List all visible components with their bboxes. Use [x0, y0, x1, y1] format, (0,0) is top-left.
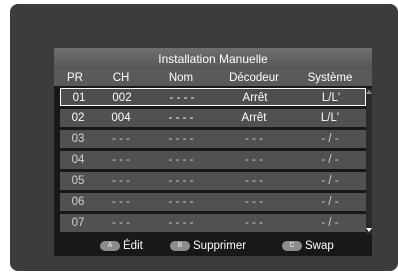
cell-decodeur: - - - [245, 133, 263, 145]
swap-button[interactable]: C Swap [282, 238, 334, 254]
cell-decodeur: - - - [245, 196, 263, 208]
cell-nom: - - - - [168, 217, 194, 229]
cell-pr: 06 [71, 196, 85, 208]
list-scrollbar[interactable] [366, 88, 372, 234]
cell-pr: 04 [71, 154, 85, 166]
dialog-title: Installation Manuelle [54, 48, 372, 70]
key-b-icon: B [170, 240, 190, 251]
edit-label: Édit [123, 240, 143, 252]
cell-pr: 07 [71, 217, 85, 229]
cell-nom: - - - - [168, 196, 194, 208]
cell-nom: - - - - [168, 112, 194, 124]
cell-systeme: - / - [321, 154, 339, 166]
button-legend: A Édit B Supprimer C Swap [54, 236, 372, 256]
edit-button[interactable]: A Édit [100, 238, 143, 254]
cell-pr: 03 [71, 133, 85, 145]
cell-decodeur: - - - [245, 217, 263, 229]
program-row-05[interactable]: 05 - - - - - - - - - - - / - [60, 172, 366, 190]
scroll-up-arrow-icon[interactable] [366, 90, 372, 94]
delete-label: Supprimer [193, 240, 247, 252]
cell-decodeur: Arrêt [241, 112, 267, 124]
swap-label: Swap [305, 240, 334, 252]
cell-systeme: - / - [321, 133, 339, 145]
cell-decodeur: - - - [245, 154, 263, 166]
tv-frame: Installation Manuelle PR CH Nom Décodeur… [10, 4, 398, 271]
scroll-down-arrow-icon[interactable] [366, 228, 372, 232]
program-row-01[interactable]: 01 002 - - - - Arrêt L/L' [60, 88, 366, 106]
cell-ch: - - - [112, 154, 130, 166]
cell-nom: - - - - [168, 175, 194, 187]
cell-systeme: - / - [321, 196, 339, 208]
cell-ch: 004 [111, 112, 131, 124]
delete-button[interactable]: B Supprimer [170, 238, 246, 254]
column-header-systeme: Système [307, 72, 353, 84]
cell-pr: 02 [71, 112, 85, 124]
table-header: PR CH Nom Décodeur Système [54, 70, 372, 86]
cell-ch: - - - [112, 175, 130, 187]
cell-pr: 01 [72, 92, 86, 104]
program-list: 01 002 - - - - Arrêt L/L' 02 004 - - - -… [60, 88, 366, 234]
cell-systeme: L/L' [321, 92, 341, 104]
column-header-nom: Nom [168, 72, 194, 84]
cell-ch: - - - [112, 133, 130, 145]
program-row-07[interactable]: 07 - - - - - - - - - - - / - [60, 214, 366, 232]
cell-ch: - - - [112, 217, 130, 229]
cell-nom: - - - - [168, 133, 194, 145]
program-row-06[interactable]: 06 - - - - - - - - - - - / - [60, 193, 366, 211]
column-header-decodeur: Décodeur [229, 72, 279, 84]
cell-decodeur: - - - [245, 175, 263, 187]
cell-ch: 002 [112, 92, 132, 104]
cell-pr: 05 [71, 175, 85, 187]
program-row-03[interactable]: 03 - - - - - - - - - - - / - [60, 130, 366, 148]
cell-systeme: L/L' [320, 112, 340, 124]
cell-nom: - - - - [168, 154, 194, 166]
column-header-ch: CH [112, 72, 130, 84]
cell-ch: - - - [112, 196, 130, 208]
cell-systeme: - / - [321, 217, 339, 229]
key-c-icon: C [282, 240, 302, 251]
cell-decodeur: Arrêt [242, 92, 268, 104]
program-row-04[interactable]: 04 - - - - - - - - - - - / - [60, 151, 366, 169]
key-a-icon: A [100, 240, 120, 251]
program-row-02[interactable]: 02 004 - - - - Arrêt L/L' [60, 109, 366, 127]
column-header-pr: PR [67, 72, 83, 84]
manual-install-dialog: Installation Manuelle PR CH Nom Décodeur… [54, 48, 372, 256]
cell-systeme: - / - [321, 175, 339, 187]
cell-nom: - - - - [169, 92, 195, 104]
